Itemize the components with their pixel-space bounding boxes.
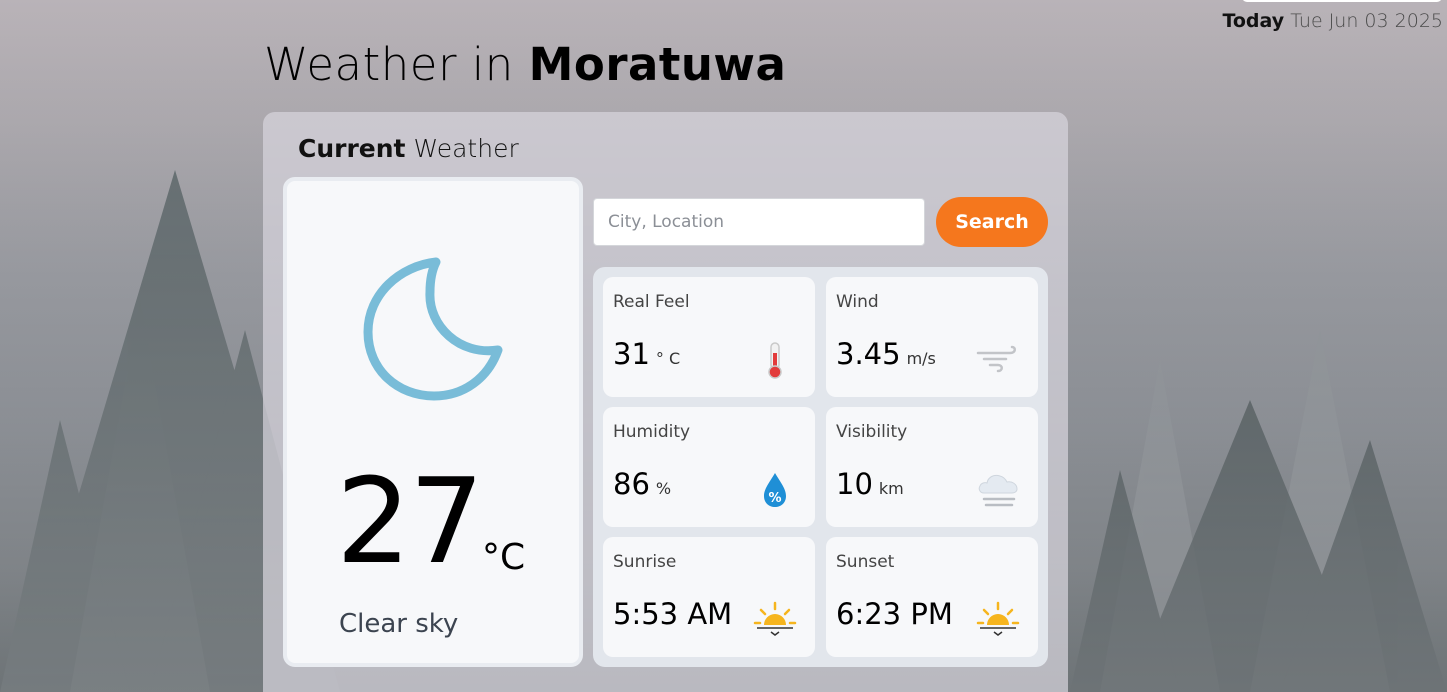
wind-unit: m/s xyxy=(906,349,936,368)
panel-heading: Current Weather xyxy=(298,134,519,163)
panel-heading-rest: Weather xyxy=(413,134,519,163)
visibility-value: 10 km xyxy=(836,467,904,501)
sunset-value: 6:23 PM xyxy=(836,597,953,631)
visibility-tile: Visibility 10 km xyxy=(826,407,1038,527)
current-date: Tue Jun 03 2025 xyxy=(1290,10,1443,32)
city-name: Moratuwa xyxy=(528,38,787,91)
sunrise-icon xyxy=(753,601,797,636)
wind-value: 3.45 m/s xyxy=(836,337,936,371)
humidity-unit: % xyxy=(655,479,672,498)
today-label: Today xyxy=(1222,10,1285,32)
humidity-tile: Humidity 86% % xyxy=(603,407,815,527)
sunrise-value: 5:53 AM xyxy=(613,597,732,631)
weather-condition: Clear sky xyxy=(339,609,459,639)
sunset-icon xyxy=(976,601,1020,636)
wind-tile: Wind 3.45 m/s xyxy=(826,277,1038,397)
title-prefix: Weather in xyxy=(264,38,514,91)
moon-icon xyxy=(363,257,503,401)
humidity-number: 86 xyxy=(613,467,650,501)
city-search-input[interactable] xyxy=(593,198,925,246)
panel-heading-bold: Current xyxy=(298,134,406,163)
humidity-drop-icon: % xyxy=(764,473,786,507)
sunset-tile: Sunset 6:23 PM xyxy=(826,537,1038,657)
page-title: Weather in Moratuwa xyxy=(264,38,786,91)
wind-number: 3.45 xyxy=(836,337,901,371)
sunrise-tile: Sunrise 5:53 AM xyxy=(603,537,815,657)
thermometer-icon xyxy=(768,342,782,379)
wind-label: Wind xyxy=(836,292,879,312)
real-feel-value: 31 ° C xyxy=(613,337,680,371)
sunset-time: 6:23 PM xyxy=(836,597,953,631)
temperature-unit: °C xyxy=(482,537,526,578)
sunrise-time: 5:53 AM xyxy=(613,597,733,631)
weather-details-grid: Real Feel 31 ° C Wind 3.45 m/s Humidity 86… xyxy=(593,267,1048,667)
visibility-number: 10 xyxy=(836,467,873,501)
fog-cloud-icon xyxy=(978,474,1018,507)
visibility-unit: km xyxy=(878,479,904,498)
wind-icon xyxy=(976,345,1016,373)
today-date: Today Tue Jun 03 2025 xyxy=(1222,10,1443,32)
sunrise-label: Sunrise xyxy=(613,552,677,572)
visibility-label: Visibility xyxy=(836,422,908,442)
real-feel-label: Real Feel xyxy=(613,292,690,312)
real-feel-number: 31 xyxy=(613,337,650,371)
svg-text:%: % xyxy=(768,491,781,506)
humidity-label: Humidity xyxy=(613,422,691,442)
current-temperature: 27 xyxy=(336,452,484,590)
search-button[interactable]: Search xyxy=(936,197,1048,247)
real-feel-tile: Real Feel 31 ° C xyxy=(603,277,815,397)
humidity-value: 86% xyxy=(613,467,671,501)
current-weather-card xyxy=(283,177,583,667)
top-right-pill xyxy=(1242,0,1442,2)
real-feel-unit: ° C xyxy=(655,349,681,368)
sunset-label: Sunset xyxy=(836,552,895,572)
